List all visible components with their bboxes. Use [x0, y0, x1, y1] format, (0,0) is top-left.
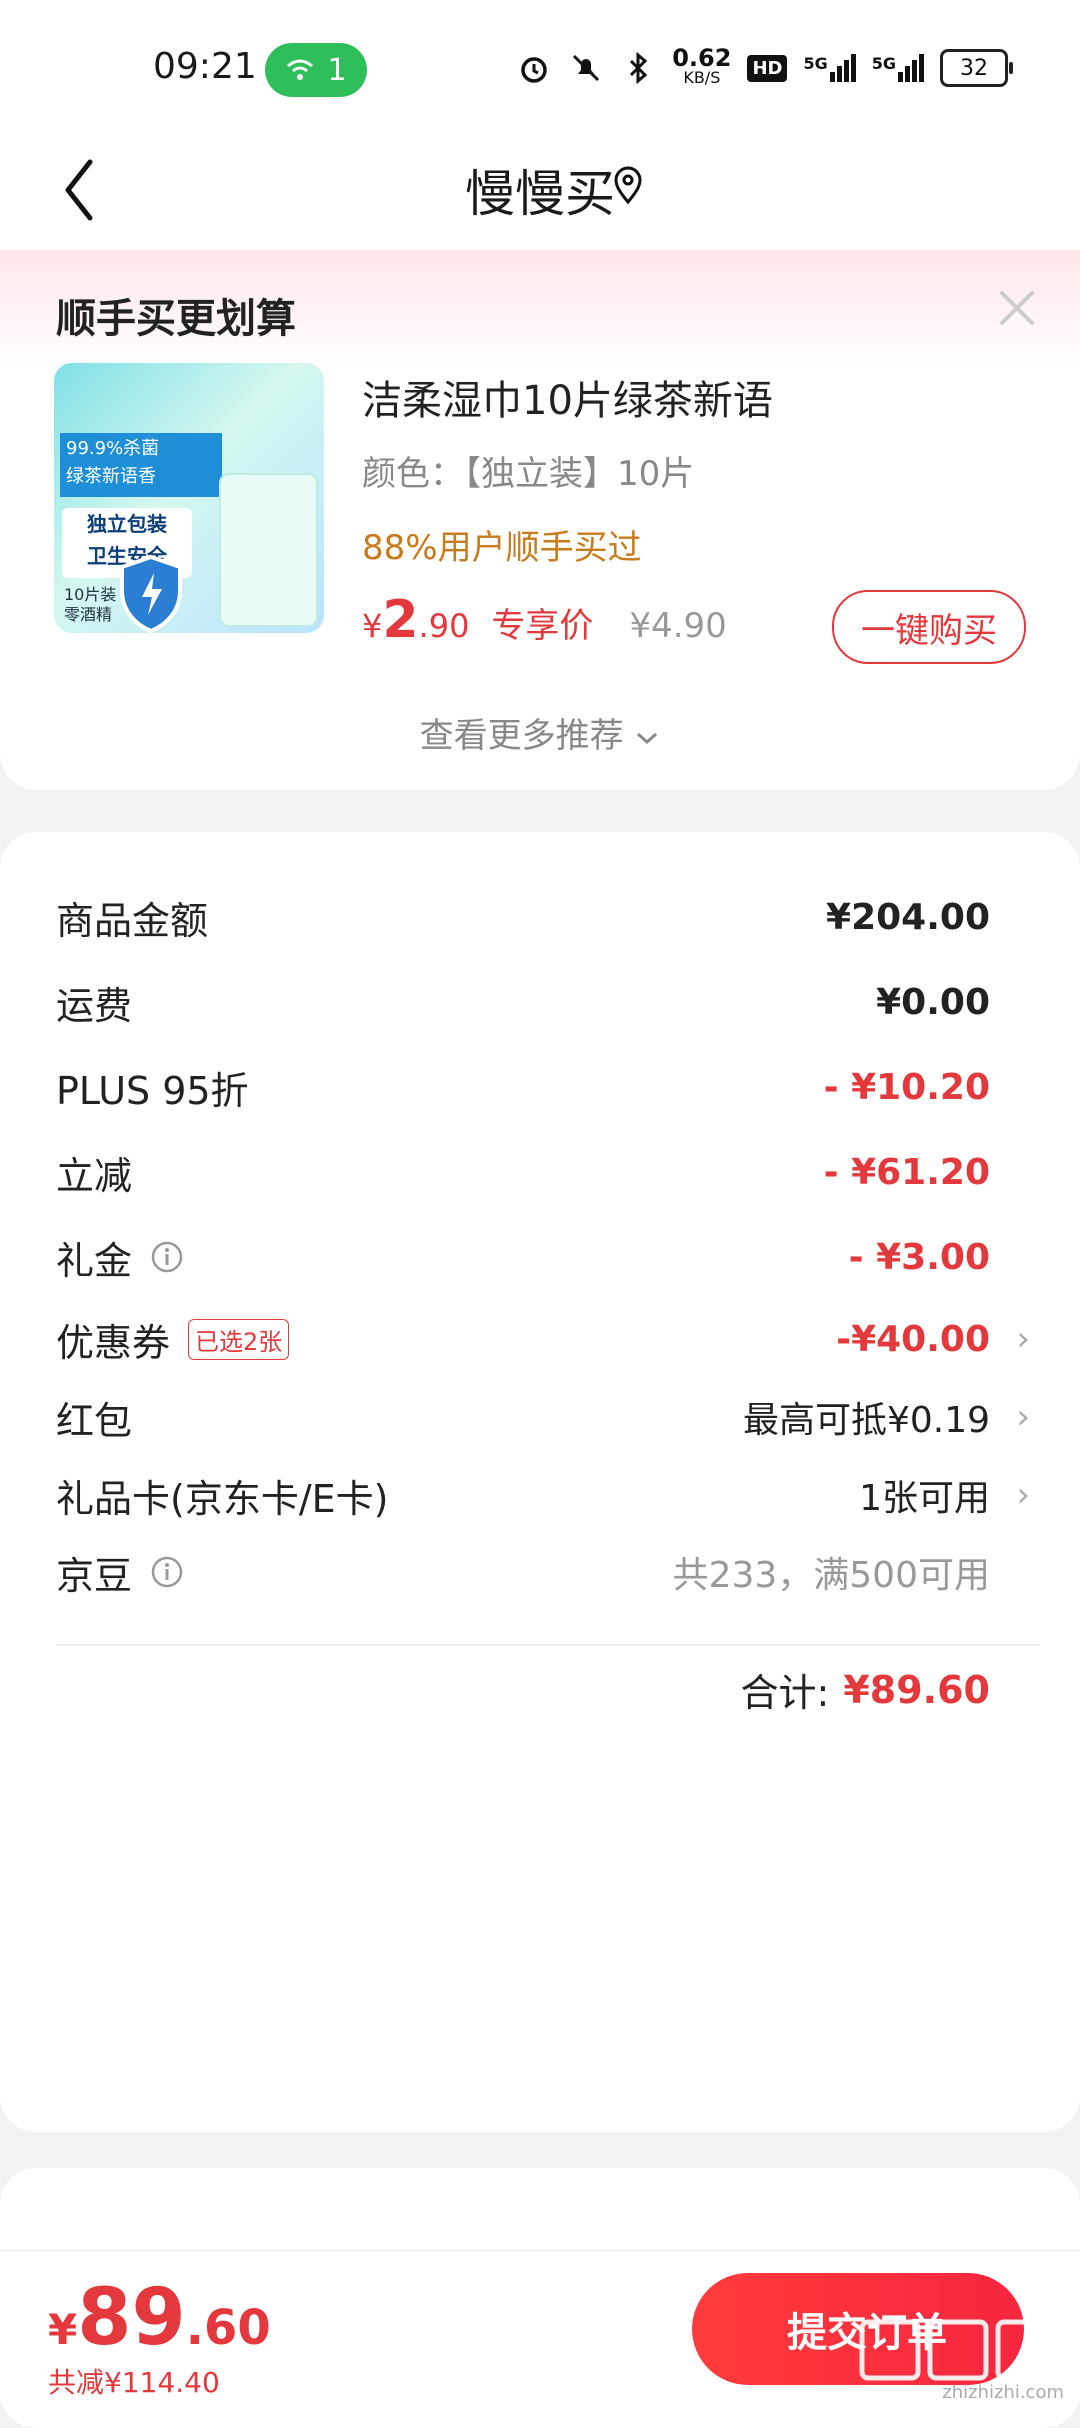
signal-5g-1: 5G — [803, 54, 856, 82]
net-speed: 0.62 KB/S — [672, 44, 732, 87]
status-icons: 0.62 KB/S HD 5G 5G 32 — [516, 44, 1013, 88]
original-price: ¥4.90 — [629, 606, 727, 646]
location-pin-icon[interactable] — [612, 165, 644, 205]
row-shipping: 运费 ¥0.00 — [56, 981, 990, 1028]
chevron-down-icon — [637, 732, 658, 744]
bluetooth-icon — [630, 51, 648, 85]
wifi-icon — [287, 59, 314, 80]
watermark-logo — [859, 2319, 1057, 2381]
exclusive-price-tag: 专享价 — [491, 606, 594, 646]
info-icon[interactable] — [150, 1240, 184, 1274]
row-goods-amount: 商品金额 ¥204.00 — [56, 896, 990, 943]
chevron-right-icon: › — [1016, 1397, 1030, 1437]
hd-icon: HD — [747, 54, 788, 82]
product-hint: 88%用户顺手买过 — [362, 528, 642, 568]
row-gift-money: 礼金 - ¥3.00 — [56, 1236, 990, 1283]
signal-5g-2: 5G — [872, 54, 924, 82]
status-time: 09:21 — [153, 46, 257, 87]
one-click-buy-button[interactable]: 一键购买 — [832, 590, 1026, 664]
status-bar: 09:21 1 0.62 KB/S HD 5G 5G 32 — [0, 0, 1080, 130]
total-row: 合计: ¥89.60 — [740, 1667, 990, 1716]
page-title: 慢慢买 — [465, 165, 615, 223]
divider — [56, 1644, 1040, 1646]
product-price: ¥ 2 .90 专享价 ¥4.90 — [362, 590, 727, 650]
total-saved: 共减¥114.40 — [48, 2366, 220, 2399]
battery-icon: 32 — [940, 49, 1013, 87]
recommend-card: 顺手买更划算 99.9%杀菌 绿茶新语香 独立包装 卫生安全 10片装 零酒精 … — [0, 250, 1080, 790]
row-plus-discount: PLUS 95折 - ¥10.20 — [56, 1066, 990, 1113]
row-instant-discount: 立减 - ¥61.20 — [56, 1151, 990, 1198]
chevron-right-icon: › — [1016, 1475, 1030, 1515]
row-red-packet[interactable]: 红包 最高可抵¥0.19 › — [56, 1382, 1030, 1452]
mute-icon — [573, 54, 600, 82]
row-gift-card[interactable]: 礼品卡(京东卡/E卡) 1张可用 › — [56, 1460, 1030, 1530]
info-icon[interactable] — [150, 1555, 184, 1589]
product-spec: 颜色：【独立装】10片 — [362, 454, 695, 494]
order-summary-card: 商品金额 ¥204.00 运费 ¥0.00 PLUS 95折 - ¥10.20 … — [0, 832, 1080, 2132]
shield-icon — [120, 554, 182, 633]
wifi-hotspot-pill[interactable]: 1 — [265, 43, 367, 97]
final-price: ¥ 89 .60 — [48, 2273, 271, 2363]
alarm-icon — [521, 57, 547, 83]
product-name[interactable]: 洁柔湿巾10片绿茶新语 — [362, 368, 773, 426]
close-icon[interactable] — [994, 285, 1040, 331]
row-coupon[interactable]: 优惠券 已选2张 -¥40.00 › — [56, 1304, 1030, 1374]
nav-bar: 慢慢买 — [0, 130, 1080, 250]
row-jingdou: 京豆 共233，满500可用 — [56, 1553, 990, 1598]
product-image[interactable]: 99.9%杀菌 绿茶新语香 独立包装 卫生安全 10片装 零酒精 — [54, 363, 324, 633]
chevron-right-icon: › — [1016, 1319, 1030, 1359]
total-value: ¥89.60 — [843, 1667, 990, 1712]
wifi-count: 1 — [327, 52, 347, 88]
product-pack-graphic — [219, 473, 318, 627]
coupon-selected-badge: 已选2张 — [188, 1318, 290, 1360]
recommend-title: 顺手买更划算 — [56, 296, 296, 342]
more-recommendations-link[interactable]: 查看更多推荐 — [0, 708, 1080, 757]
